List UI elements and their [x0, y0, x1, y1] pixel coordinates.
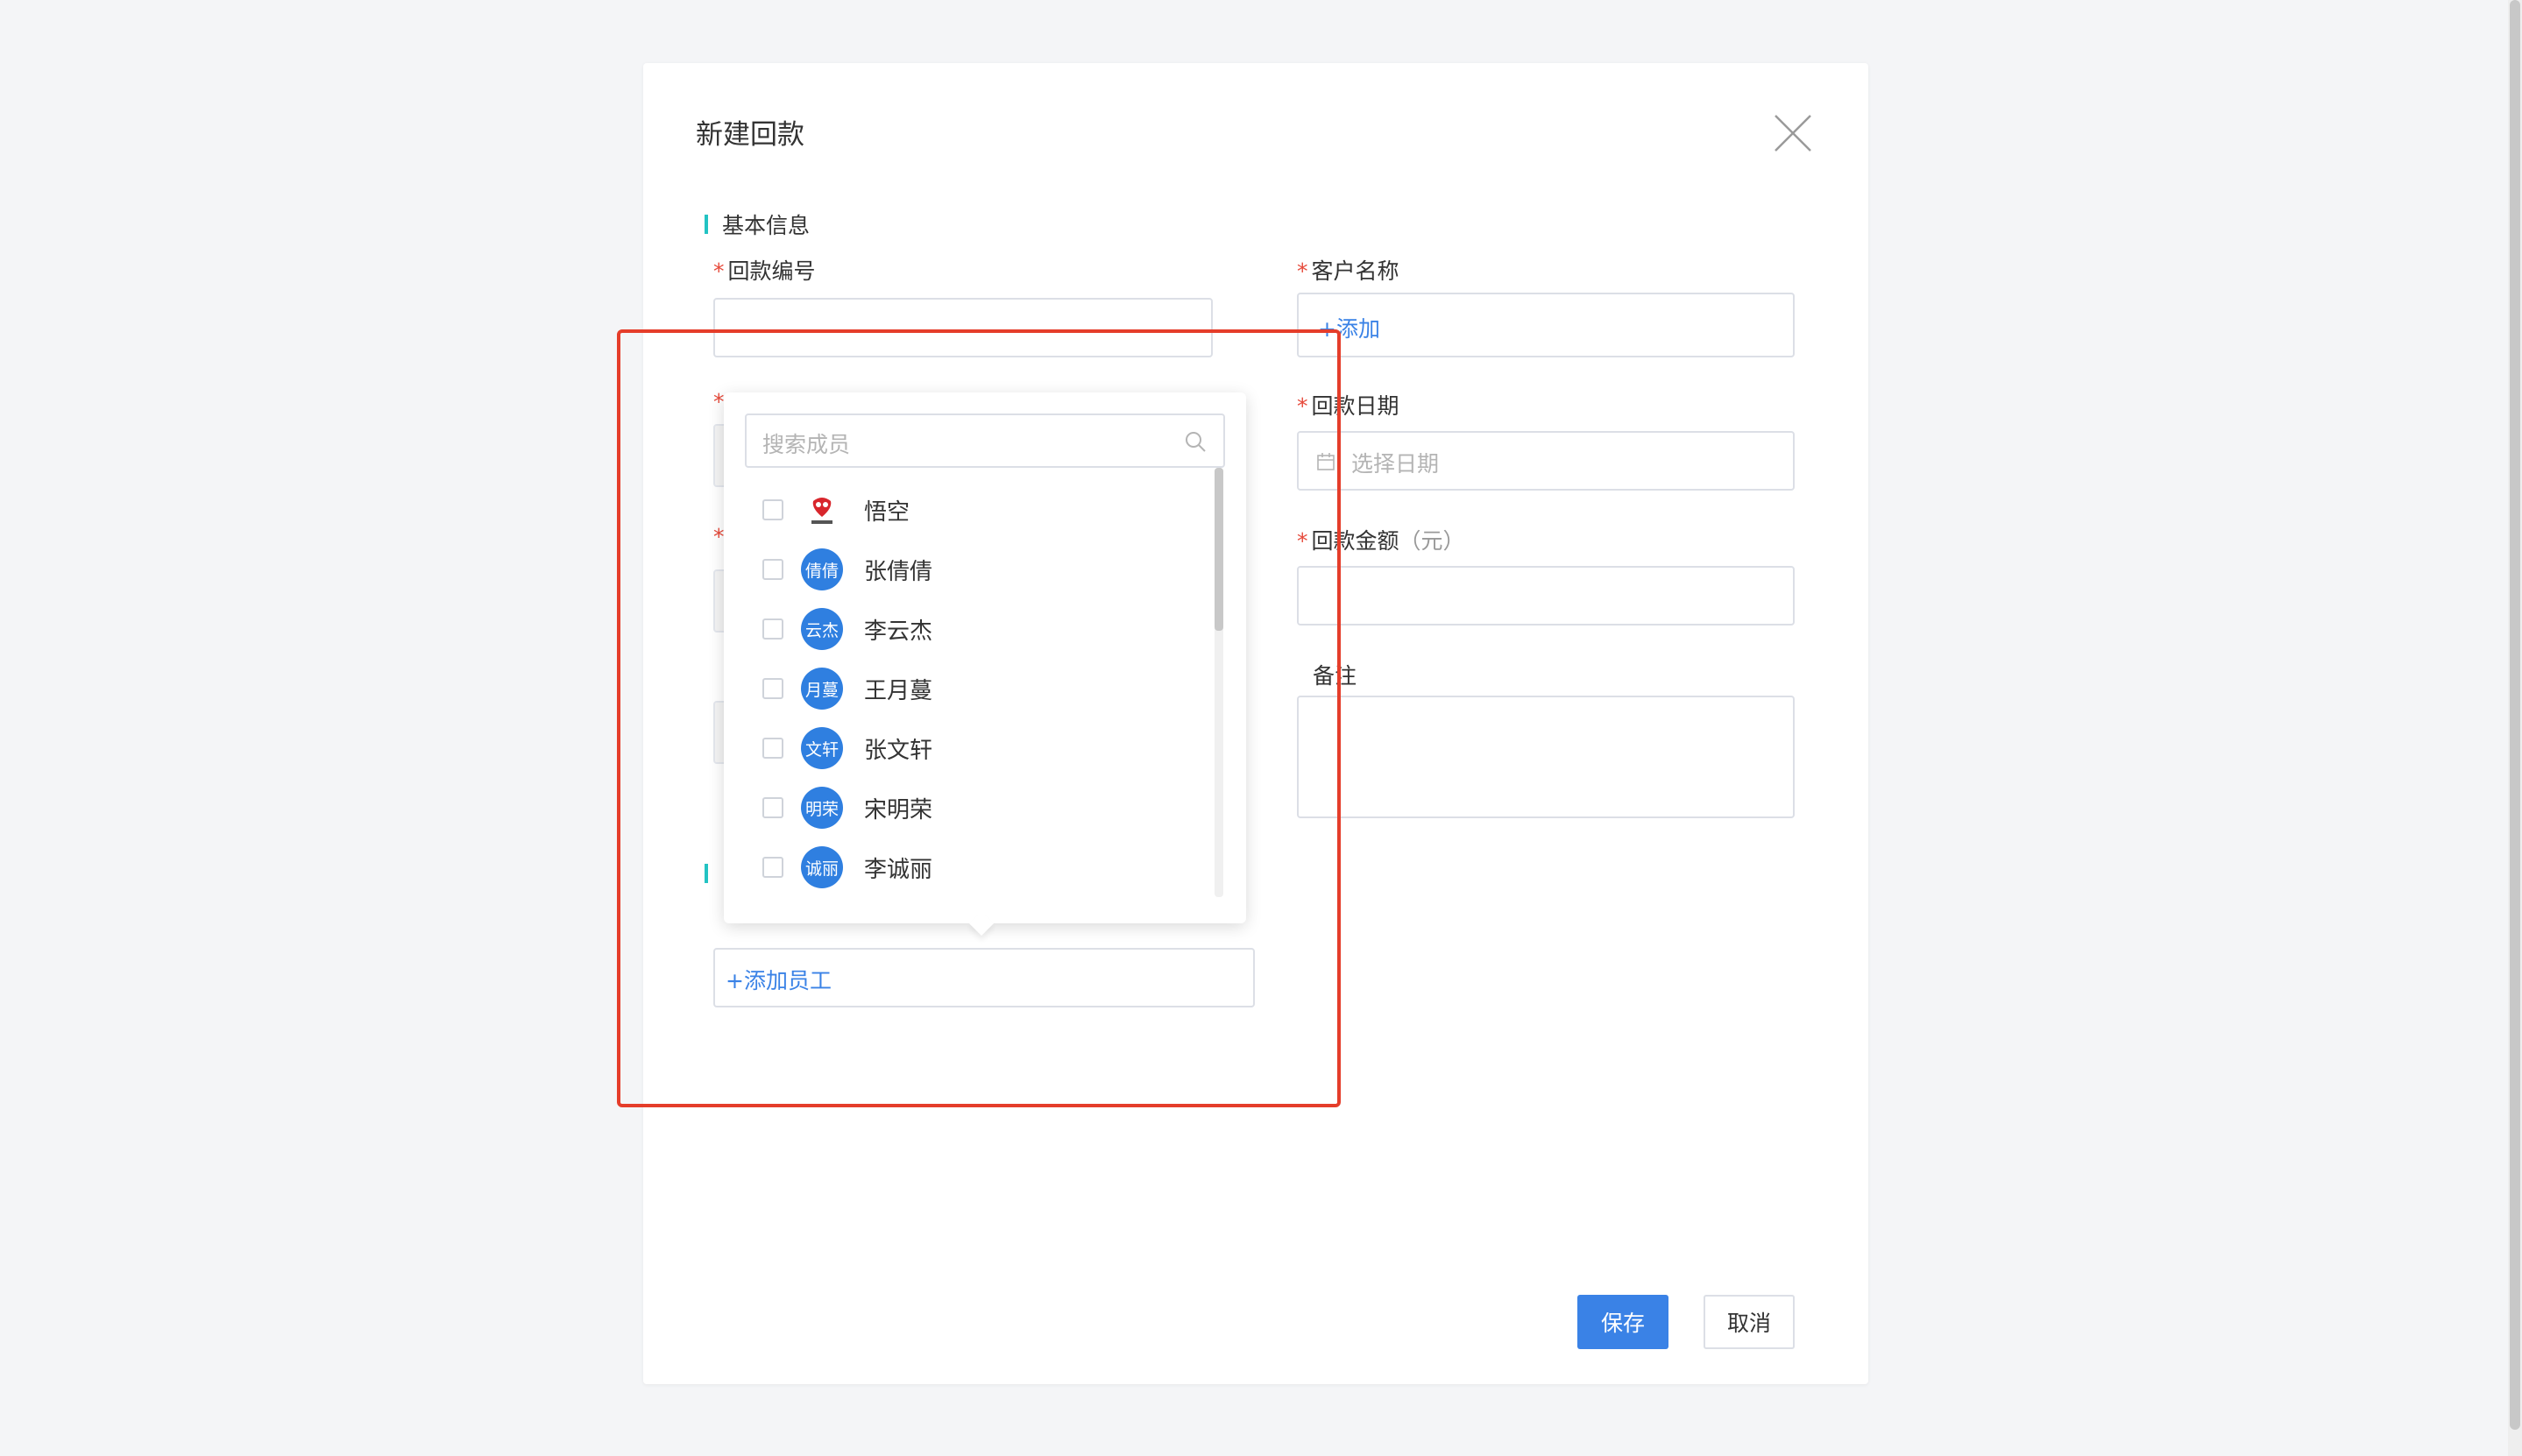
- member-item[interactable]: 悟空: [724, 480, 1215, 540]
- member-checkbox[interactable]: [762, 618, 783, 640]
- customer-name-label-text: 客户名称: [1311, 258, 1399, 284]
- calendar-icon: [1317, 453, 1335, 470]
- member-name: 李诚丽: [864, 856, 933, 883]
- member-search-placeholder: 搜索成员: [762, 432, 851, 457]
- payment-number-label: * 回款编号: [713, 254, 816, 286]
- logo-avatar-icon: [801, 489, 843, 531]
- remark-label: 备注: [1313, 663, 1357, 689]
- customer-name-label: * 客户名称: [1297, 254, 1399, 286]
- payment-date-label-text: 回款日期: [1311, 393, 1399, 419]
- member-checkbox[interactable]: [762, 797, 783, 818]
- member-item[interactable]: 月蔓 王月蔓: [724, 659, 1215, 718]
- payment-amount-input[interactable]: [1297, 566, 1795, 626]
- customer-name-field[interactable]: +添加: [1297, 293, 1795, 357]
- member-avatar: 明荣: [801, 787, 843, 829]
- member-checkbox[interactable]: [762, 857, 783, 878]
- member-name: 张倩倩: [864, 558, 933, 585]
- member-avatar: 月蔓: [801, 668, 843, 710]
- payment-date-label: * 回款日期: [1297, 389, 1399, 421]
- section-accent-bar: [705, 215, 708, 234]
- member-name: 王月蔓: [864, 677, 933, 704]
- required-mark: *: [1297, 393, 1308, 419]
- member-name: 张文轩: [864, 737, 933, 764]
- member-avatar: 文轩: [801, 727, 843, 769]
- member-checkbox[interactable]: [762, 738, 783, 759]
- member-name: 悟空: [864, 498, 910, 526]
- required-mark: *: [713, 524, 725, 549]
- member-item[interactable]: 云杰 李云杰: [724, 599, 1215, 659]
- member-item[interactable]: 倩倩 张倩倩: [724, 540, 1215, 599]
- member-search-input[interactable]: 搜索成员: [745, 413, 1225, 468]
- payment-amount-label-text: 回款金额: [1311, 528, 1399, 554]
- section-basic-info-label: 基本信息: [722, 213, 811, 238]
- dialog-title: 新建回款: [696, 119, 804, 151]
- payment-number-input[interactable]: [713, 298, 1213, 357]
- member-item[interactable]: 明荣 宋明荣: [724, 778, 1215, 838]
- member-item[interactable]: 文轩 张文轩: [724, 718, 1215, 778]
- member-item[interactable]: 诚丽 李诚丽: [724, 838, 1215, 897]
- member-avatar: 倩倩: [801, 548, 843, 590]
- page-scrollbar-thumb[interactable]: [2510, 0, 2520, 1430]
- employee-field[interactable]: +添加员工: [713, 948, 1255, 1007]
- required-mark: *: [1297, 258, 1308, 284]
- member-picker-popover: 搜索成员 悟空 倩倩 张倩倩 云杰 李云杰 月蔓 王月蔓 文轩 张文轩 明荣 宋…: [724, 392, 1246, 937]
- member-list: 悟空 倩倩 张倩倩 云杰 李云杰 月蔓 王月蔓 文轩 张文轩 明荣 宋明荣 诚丽…: [724, 480, 1215, 901]
- member-name: 宋明荣: [864, 796, 933, 823]
- remark-textarea[interactable]: [1297, 696, 1795, 818]
- add-customer-link[interactable]: +添加: [1318, 312, 1380, 343]
- required-mark: *: [713, 389, 725, 414]
- member-checkbox[interactable]: [762, 678, 783, 699]
- payment-date-picker[interactable]: 选择日期: [1297, 431, 1795, 491]
- member-checkbox[interactable]: [762, 559, 783, 580]
- payment-amount-label: * 回款金额（元）: [1297, 524, 1465, 555]
- payment-amount-unit: （元）: [1399, 528, 1465, 554]
- member-list-scrollbar-thumb[interactable]: [1215, 468, 1223, 631]
- payment-number-label-text: 回款编号: [727, 258, 816, 284]
- member-avatar: 诚丽: [801, 846, 843, 888]
- wukong-logo-icon: [811, 498, 832, 524]
- member-name: 李云杰: [864, 618, 933, 645]
- section-accent-bar-2: [705, 864, 708, 883]
- cancel-button[interactable]: 取消: [1704, 1295, 1795, 1349]
- payment-date-placeholder: 选择日期: [1351, 451, 1440, 477]
- required-mark: *: [1297, 528, 1308, 554]
- required-mark: *: [713, 258, 725, 284]
- member-avatar: 云杰: [801, 608, 843, 650]
- save-button[interactable]: 保存: [1577, 1295, 1668, 1349]
- member-checkbox[interactable]: [762, 499, 783, 520]
- search-icon: [1186, 432, 1206, 452]
- section-basic-info: 基本信息: [705, 209, 810, 240]
- close-icon[interactable]: [1772, 112, 1814, 154]
- add-employee-link[interactable]: +添加员工: [726, 964, 832, 995]
